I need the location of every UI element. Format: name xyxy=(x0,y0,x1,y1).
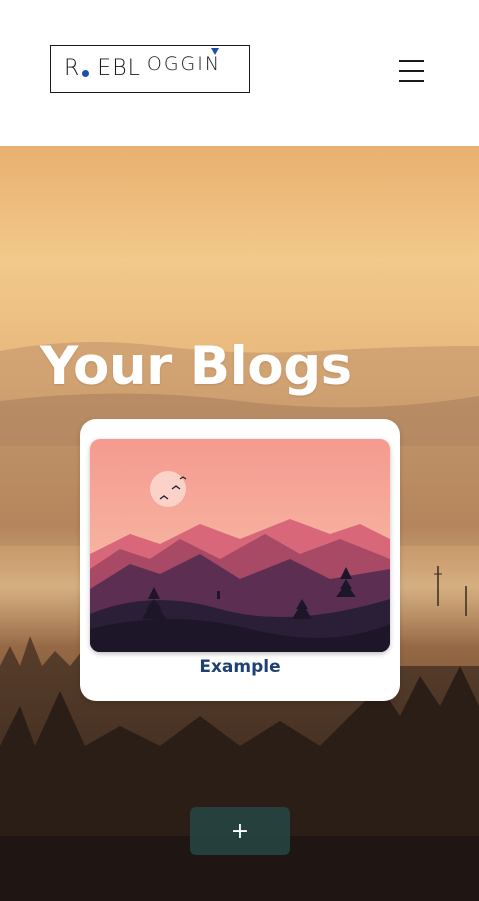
hero-section: Your Blogs Example + xyxy=(0,146,479,901)
logo-caret-icon xyxy=(211,48,219,55)
page-title: Your Blogs xyxy=(40,336,352,397)
site-logo[interactable]: R EBL OGGIN xyxy=(50,45,250,93)
logo-text-oggin: OGGIN xyxy=(146,52,222,75)
logo-dot-icon xyxy=(82,69,90,77)
logo-text-ebl: EBL xyxy=(97,56,141,81)
blog-thumbnail[interactable] xyxy=(90,439,390,652)
blog-card[interactable]: Example xyxy=(80,419,400,701)
hamburger-menu-icon[interactable] xyxy=(399,60,424,82)
site-header: R EBL OGGIN xyxy=(0,0,479,146)
add-blog-button[interactable]: + xyxy=(190,807,290,855)
blog-card-title: Example xyxy=(199,657,281,677)
logo-text-r: R xyxy=(64,56,81,81)
